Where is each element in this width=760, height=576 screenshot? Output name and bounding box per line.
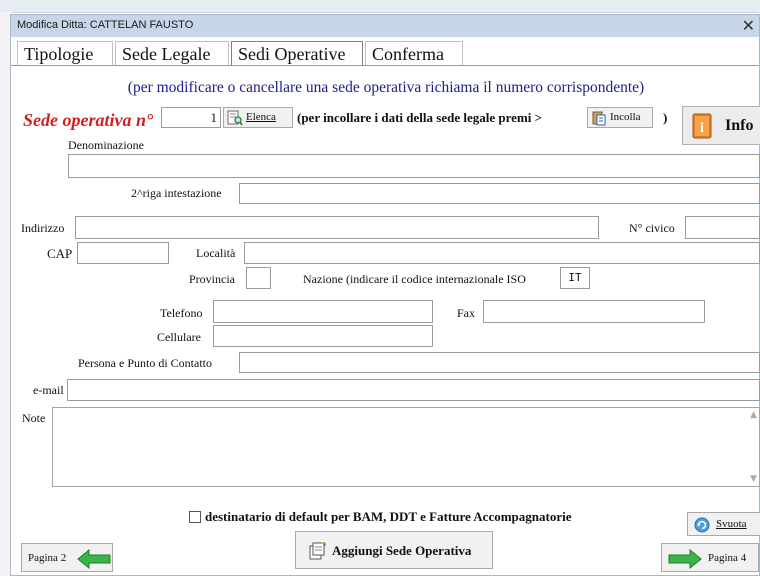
incolla-button[interactable]: Incolla <box>587 107 653 128</box>
contatto-label: Persona e Punto di Contatto <box>78 356 212 370</box>
pagina-2-button[interactable]: Pagina 2 <box>21 543 113 572</box>
provincia-label: Provincia <box>189 272 235 286</box>
civico-label: N° civico <box>629 221 675 235</box>
tab-tipologie[interactable]: Tipologie <box>17 41 113 65</box>
indirizzo-input[interactable] <box>75 216 599 239</box>
tab-sedi-operative[interactable]: Sedi Operative <box>231 41 363 66</box>
telefono-input[interactable] <box>213 300 433 323</box>
paste-hint: (per incollare i dati della sede legale … <box>297 110 542 125</box>
nazione-label: Nazione (indicare il codice internaziona… <box>303 272 526 286</box>
sede-numero-input[interactable]: 1 <box>161 107 221 128</box>
default-destinatario-label: destinatario di default per BAM, DDT e F… <box>205 509 572 524</box>
localita-label: Località <box>196 246 236 260</box>
paren-close: ) <box>663 110 668 125</box>
window-title: Modifica Ditta: CATTELAN FAUSTO <box>17 19 194 31</box>
elenca-label: Elenca <box>246 111 276 123</box>
email-input[interactable] <box>67 379 760 401</box>
aggiungi-sede-button[interactable]: Aggiungi Sede Operativa <box>295 531 493 569</box>
info-button[interactable]: i Info <box>682 106 760 145</box>
svuota-label: Svuota <box>716 518 747 530</box>
fax-input[interactable] <box>483 300 705 323</box>
list-search-icon <box>227 110 243 126</box>
close-icon[interactable]: ✕ <box>742 16 755 36</box>
provincia-input[interactable] <box>246 267 271 289</box>
arrow-right-icon <box>668 549 702 569</box>
telefono-label: Telefono <box>160 306 203 320</box>
denominazione-input[interactable] <box>68 154 760 178</box>
note-textarea[interactable]: ▲ ▼ <box>52 407 760 487</box>
pagina-4-label: Pagina 4 <box>708 552 747 564</box>
default-destinatario-checkbox[interactable] <box>189 511 201 523</box>
title-bar: Modifica Ditta: CATTELAN FAUSTO ✕ <box>11 15 759 37</box>
tab-divider <box>11 65 759 66</box>
note-label: Note <box>22 411 46 425</box>
fax-label: Fax <box>457 306 475 320</box>
cap-label: CAP <box>47 246 73 261</box>
incolla-label: Incolla <box>610 111 641 123</box>
refresh-icon <box>694 517 710 533</box>
tab-sede-legale[interactable]: Sede Legale <box>115 41 229 65</box>
seconda-riga-label: 2^riga intestazione <box>131 186 222 200</box>
svg-text:i: i <box>700 121 704 136</box>
seconda-riga-input[interactable] <box>239 183 760 204</box>
cap-input[interactable] <box>77 242 169 264</box>
nazione-input[interactable]: IT <box>560 267 590 289</box>
email-label: e-mail <box>33 383 64 397</box>
background-app-strip <box>0 0 760 13</box>
sede-operativa-label: Sede operativa n° <box>23 110 154 130</box>
arrow-left-icon <box>77 549 111 569</box>
paste-icon <box>592 111 606 126</box>
cellulare-label: Cellulare <box>157 330 201 344</box>
scroll-down-icon[interactable]: ▼ <box>750 474 757 484</box>
modifica-ditta-dialog: Modifica Ditta: CATTELAN FAUSTO ✕ Tipolo… <box>10 14 760 576</box>
pagina-2-label: Pagina 2 <box>28 552 67 564</box>
localita-input[interactable] <box>244 242 760 264</box>
scroll-up-icon[interactable]: ▲ <box>750 410 757 420</box>
info-label: Info <box>725 117 754 134</box>
elenca-button[interactable]: Elenca <box>223 107 293 128</box>
instructions-text: (per modificare o cancellare una sede op… <box>127 79 645 96</box>
aggiungi-sede-label: Aggiungi Sede Operativa <box>332 543 472 558</box>
denominazione-label: Denominazione <box>68 138 144 152</box>
tab-conferma[interactable]: Conferma <box>365 41 463 65</box>
svuota-button[interactable]: Svuota <box>687 512 760 536</box>
pagina-4-button[interactable]: Pagina 4 <box>661 543 759 572</box>
info-book-icon: i <box>692 113 712 139</box>
contatto-input[interactable] <box>239 352 760 373</box>
civico-input[interactable] <box>685 216 760 239</box>
indirizzo-label: Indirizzo <box>21 221 65 235</box>
cellulare-input[interactable] <box>213 325 433 347</box>
add-document-icon <box>309 542 326 560</box>
